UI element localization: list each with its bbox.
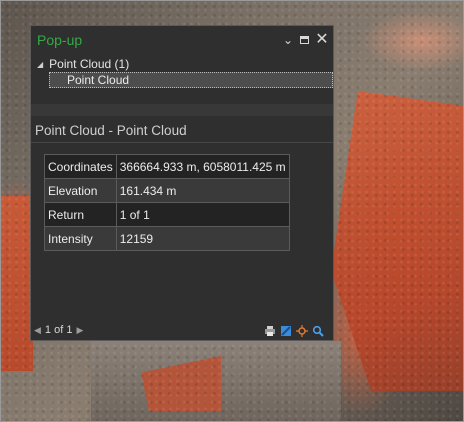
tree-group-point-cloud[interactable]: ◢ Point Cloud (1) [37,56,129,72]
pane-footer: ◀ 1 of 1 ▶ [31,322,333,340]
attribute-key: Coordinates [44,154,117,179]
attribute-key: Return [44,202,117,227]
expand-triangle-icon[interactable]: ◢ [37,60,43,69]
next-arrow-icon[interactable]: ▶ [76,325,83,336]
print-icon[interactable] [263,324,276,337]
pane-title: Pop-up [37,32,83,48]
attribute-value: 12159 [115,226,290,251]
close-icon[interactable]: ✕ [315,32,329,48]
attribute-key: Elevation [44,178,117,203]
table-row: Intensity 12159 [44,226,290,251]
flash-icon[interactable] [295,324,308,337]
popup-pane: Pop-up ⌄ ✕ ◢ Point Cloud (1) Point Cloud… [30,25,334,341]
zoom-to-icon[interactable] [311,324,324,337]
feature-title: Point Cloud - Point Cloud [31,119,333,143]
chevron-down-icon[interactable]: ⌄ [281,32,295,48]
maximize-icon[interactable] [297,32,311,48]
roof-bottom [141,356,221,411]
table-row: Elevation 161.434 m [44,178,290,203]
attribute-value: 366664.933 m, 6058011.425 m [115,154,290,179]
splitter[interactable] [31,104,333,116]
feature-navigator: ◀ 1 of 1 ▶ [34,324,83,336]
page-indicator: 1 of 1 [44,324,73,336]
attribute-table: Coordinates 366664.933 m, 6058011.425 m … [44,154,290,251]
pane-titlebar[interactable]: Pop-up ⌄ ✕ [31,26,333,56]
wall-bottom [91,341,341,421]
table-row: Return 1 of 1 [44,202,290,227]
footer-toolbar [263,324,324,337]
tree-item-point-cloud[interactable]: Point Cloud [49,72,333,88]
previous-arrow-icon[interactable]: ◀ [34,325,41,336]
attribute-key: Intensity [44,226,117,251]
attribute-value: 1 of 1 [115,202,290,227]
tree-group-label: Point Cloud (1) [49,57,130,71]
roof-right [331,91,463,391]
table-icon[interactable] [279,324,292,337]
table-row: Coordinates 366664.933 m, 6058011.425 m [44,154,290,179]
roof-left [1,196,33,371]
attribute-value: 161.434 m [115,178,290,203]
